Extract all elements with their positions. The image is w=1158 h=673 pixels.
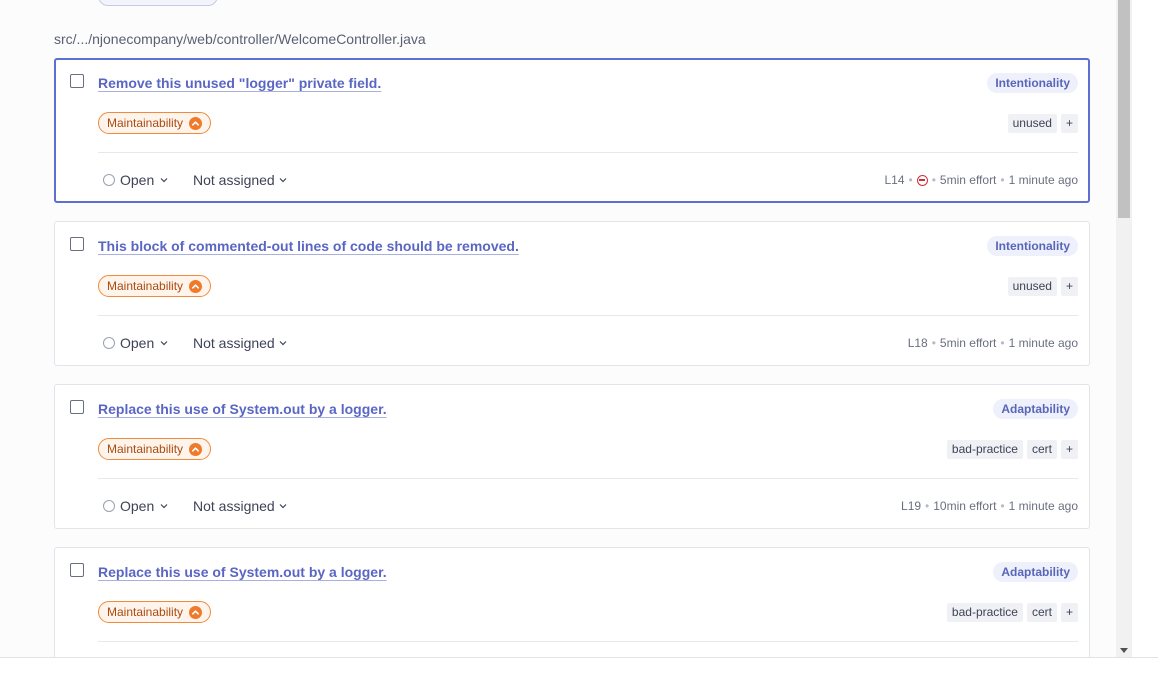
line-number[interactable]: L19	[901, 499, 921, 513]
line-number[interactable]: L18	[908, 336, 928, 350]
file-path-heading: src/.../njonecompany/web/controller/Welc…	[54, 31, 426, 47]
add-tag-button[interactable]: +	[1060, 603, 1078, 622]
issue-checkbox[interactable]	[70, 237, 84, 251]
tag-list[interactable]: unused +	[1007, 114, 1078, 133]
issue-card-4[interactable]: Replace this use of System.out by a logg…	[54, 547, 1090, 657]
effort-label: 5min effort	[939, 336, 997, 350]
issue-title-link[interactable]: Remove this unused "logger" private fiel…	[98, 75, 381, 91]
chevron-down-icon	[279, 504, 287, 509]
vertical-scrollbar[interactable]	[1116, 0, 1132, 657]
issue-title-link[interactable]: This block of commented-out lines of cod…	[98, 238, 519, 254]
tag-unused[interactable]: unused	[1007, 277, 1057, 296]
issue-checkbox[interactable]	[70, 400, 84, 414]
bottom-edge	[0, 657, 1158, 673]
software-quality-pill[interactable]: Maintainability	[98, 112, 212, 134]
age-label: 1 minute ago	[1008, 499, 1078, 513]
issue-title-link[interactable]: Replace this use of System.out by a logg…	[98, 401, 387, 417]
clean-code-attribute-badge: Intentionality	[987, 73, 1078, 93]
add-tag-button[interactable]: +	[1060, 277, 1078, 296]
severity-chevron-up-icon	[189, 605, 203, 619]
tag-unused[interactable]: unused	[1007, 114, 1057, 133]
tag-bad-practice[interactable]: bad-practice	[946, 603, 1023, 622]
assignee-label: Not assigned	[193, 498, 275, 514]
severity-chevron-up-icon	[189, 116, 203, 130]
status-open-icon	[103, 174, 115, 186]
chevron-down-icon	[160, 341, 168, 346]
tag-cert[interactable]: cert	[1026, 440, 1057, 459]
software-quality-label: Maintainability	[107, 279, 184, 293]
effort-label: 5min effort	[939, 173, 997, 187]
add-tag-button[interactable]: +	[1060, 114, 1078, 133]
age-label: 1 minute ago	[1008, 173, 1078, 187]
status-dropdown[interactable]: Open	[103, 172, 169, 188]
card-divider	[98, 478, 1078, 479]
card-divider	[98, 152, 1078, 153]
line-number[interactable]: L14	[884, 173, 904, 187]
clean-code-attribute-badge: Intentionality	[987, 236, 1078, 256]
tag-list[interactable]: bad-practice cert +	[946, 603, 1078, 622]
chevron-down-icon	[279, 341, 287, 346]
tag-bad-practice[interactable]: bad-practice	[946, 440, 1023, 459]
card-divider	[98, 315, 1078, 316]
software-quality-pill[interactable]: Maintainability	[98, 438, 212, 460]
chevron-down-icon	[160, 504, 168, 509]
issue-checkbox[interactable]	[70, 563, 84, 577]
issue-card-2[interactable]: This block of commented-out lines of cod…	[54, 221, 1090, 366]
software-quality-label: Maintainability	[107, 605, 184, 619]
assignee-dropdown[interactable]: Not assigned	[193, 498, 288, 514]
clean-code-attribute-badge: Adaptability	[993, 399, 1078, 419]
effort-label: 10min effort	[933, 499, 997, 513]
software-quality-pill[interactable]: Maintainability	[98, 275, 212, 297]
assignee-label: Not assigned	[193, 172, 275, 188]
status-label: Open	[120, 172, 155, 188]
assignee-dropdown[interactable]: Not assigned	[193, 335, 288, 351]
status-dropdown[interactable]: Open	[103, 335, 169, 351]
issue-card-1[interactable]: Remove this unused "logger" private fiel…	[54, 58, 1090, 203]
issue-meta: L18 • 5min effort • 1 minute ago	[907, 336, 1078, 350]
status-open-icon	[103, 337, 115, 349]
severity-chevron-up-icon	[189, 442, 203, 456]
tag-list[interactable]: bad-practice cert +	[946, 440, 1078, 459]
tag-list[interactable]: unused +	[1007, 277, 1078, 296]
assignee-dropdown[interactable]: Not assigned	[193, 172, 288, 188]
scroll-down-arrow-icon[interactable]	[1120, 648, 1128, 653]
issue-checkbox[interactable]	[70, 74, 84, 88]
status-open-icon	[103, 500, 115, 512]
status-dropdown[interactable]: Open	[103, 498, 169, 514]
software-quality-pill[interactable]: Maintainability	[98, 601, 212, 623]
tag-cert[interactable]: cert	[1026, 603, 1057, 622]
chevron-down-icon	[160, 178, 168, 183]
issue-card-3[interactable]: Replace this use of System.out by a logg…	[54, 384, 1090, 529]
add-tag-button[interactable]: +	[1060, 440, 1078, 459]
scrollbar-thumb[interactable]	[1118, 0, 1130, 218]
issue-title-link[interactable]: Replace this use of System.out by a logg…	[98, 564, 387, 580]
status-label: Open	[120, 498, 155, 514]
issue-meta: L19 • 10min effort • 1 minute ago	[901, 499, 1078, 513]
software-quality-label: Maintainability	[107, 116, 184, 130]
issue-meta: L14 • • 5min effort • 1 minute ago	[884, 173, 1078, 187]
status-label: Open	[120, 335, 155, 351]
assignee-label: Not assigned	[193, 335, 275, 351]
age-label: 1 minute ago	[1008, 336, 1078, 350]
previous-item-remnant	[98, 0, 218, 6]
clean-code-attribute-badge: Adaptability	[993, 562, 1078, 582]
chevron-down-icon	[279, 178, 287, 183]
card-divider	[98, 641, 1078, 642]
blocker-severity-icon	[916, 174, 928, 186]
software-quality-label: Maintainability	[107, 442, 184, 456]
issues-list-viewport: src/.../njonecompany/web/controller/Welc…	[0, 0, 1116, 657]
severity-chevron-up-icon	[189, 279, 203, 293]
